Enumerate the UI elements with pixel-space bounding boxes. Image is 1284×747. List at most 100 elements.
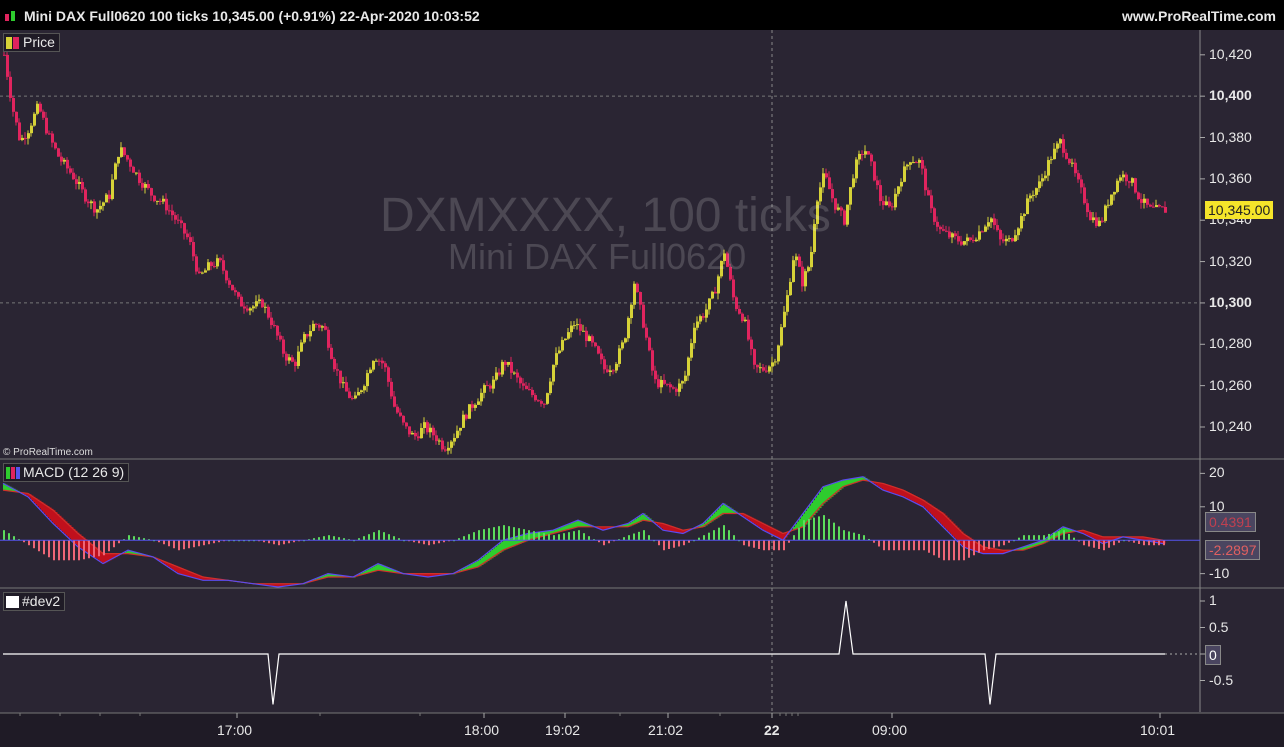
price-candle bbox=[189, 237, 192, 243]
macd-histogram-bar bbox=[1063, 530, 1065, 541]
macd-histogram-bar bbox=[1088, 540, 1090, 547]
price-candle bbox=[912, 162, 915, 164]
price-candle bbox=[150, 188, 153, 196]
price-candle bbox=[996, 225, 999, 231]
price-candle bbox=[135, 172, 138, 174]
macd-histogram-bar bbox=[538, 532, 540, 541]
price-candle bbox=[87, 201, 90, 204]
macd-histogram-bar bbox=[663, 540, 665, 551]
macd-histogram-bar bbox=[273, 540, 275, 545]
price-candle bbox=[1155, 205, 1158, 208]
price-candle bbox=[603, 359, 606, 370]
macd-histogram-bar bbox=[483, 529, 485, 541]
price-candle bbox=[114, 163, 117, 180]
price-candle bbox=[549, 381, 552, 394]
price-candle bbox=[291, 357, 294, 362]
price-candle bbox=[747, 319, 750, 340]
macd-histogram-bar bbox=[968, 540, 970, 558]
price-candle bbox=[327, 329, 330, 348]
price-candle bbox=[480, 392, 483, 402]
price-candle bbox=[63, 159, 66, 162]
price-candle bbox=[960, 241, 963, 245]
price-candle bbox=[858, 153, 861, 160]
price-candle bbox=[1137, 192, 1140, 200]
macd-histogram-bar bbox=[1158, 540, 1160, 546]
price-candle bbox=[891, 206, 894, 208]
candle-color-icon bbox=[6, 37, 20, 50]
price-candle bbox=[54, 142, 57, 149]
price-candle bbox=[252, 306, 255, 309]
macd-histogram-bar bbox=[933, 540, 935, 556]
price-candle bbox=[255, 301, 258, 307]
price-candle bbox=[345, 382, 348, 392]
macd-histogram-bar bbox=[973, 540, 975, 556]
price-candle bbox=[321, 326, 324, 328]
macd-histogram-bar bbox=[1153, 540, 1155, 546]
price-candle bbox=[1092, 217, 1095, 221]
macd-histogram-bar bbox=[603, 540, 605, 546]
price-candle bbox=[273, 325, 276, 327]
price-candle bbox=[555, 353, 558, 365]
price-candle bbox=[18, 122, 21, 140]
price-candle bbox=[615, 363, 618, 371]
price-candle bbox=[1128, 181, 1131, 183]
x-tick-label: 10:01 bbox=[1140, 722, 1176, 738]
price-candle bbox=[15, 111, 18, 123]
macd-histogram-bar bbox=[803, 520, 805, 541]
price-candle bbox=[210, 262, 213, 267]
price-candle bbox=[435, 435, 438, 442]
macd-histogram-bar bbox=[848, 531, 850, 541]
price-candle bbox=[1098, 220, 1101, 226]
macd-histogram-bar bbox=[633, 533, 635, 541]
price-candle bbox=[1020, 216, 1023, 229]
price-candle bbox=[216, 258, 219, 267]
price-candle bbox=[276, 325, 279, 336]
macd-histogram-bar bbox=[1028, 535, 1030, 541]
dev-panel-label[interactable]: #dev2 bbox=[3, 592, 66, 611]
price-candle bbox=[204, 270, 207, 273]
price-candle bbox=[825, 173, 828, 178]
macd-histogram-bar bbox=[498, 526, 500, 541]
price-candle bbox=[966, 237, 969, 242]
price-candle bbox=[879, 185, 882, 202]
price-candle bbox=[3, 54, 6, 56]
macd-histogram-bar bbox=[703, 535, 705, 541]
macd-histogram-bar bbox=[133, 536, 135, 541]
price-candle bbox=[66, 159, 69, 169]
price-candle bbox=[387, 367, 390, 382]
price-candle bbox=[129, 159, 132, 167]
macd-histogram-bar bbox=[813, 517, 815, 541]
macd-histogram-bar bbox=[643, 530, 645, 541]
price-tick-label: 10,260 bbox=[1209, 376, 1252, 393]
price-candle bbox=[9, 76, 12, 98]
price-candle bbox=[1116, 180, 1119, 192]
macd-histogram-bar bbox=[38, 540, 40, 552]
price-candle bbox=[663, 379, 666, 384]
price-candle bbox=[267, 306, 270, 318]
x-tick-label: 19:02 bbox=[545, 722, 581, 738]
dev-label-text: #dev2 bbox=[22, 593, 61, 609]
price-candle bbox=[240, 296, 243, 307]
price-panel-label[interactable]: Price bbox=[3, 33, 60, 52]
price-candle bbox=[1107, 204, 1110, 206]
price-candle bbox=[651, 350, 654, 371]
macd-histogram-bar bbox=[928, 540, 930, 553]
price-candle bbox=[6, 54, 9, 77]
macd-panel-label[interactable]: MACD (12 26 9) bbox=[3, 463, 130, 482]
price-candle bbox=[699, 316, 702, 322]
price-candle bbox=[510, 361, 513, 373]
price-candle bbox=[423, 422, 426, 429]
macd-histogram-bar bbox=[533, 531, 535, 541]
price-candle bbox=[774, 361, 777, 363]
price-candle bbox=[165, 198, 168, 211]
price-candle bbox=[354, 395, 357, 399]
price-candle bbox=[471, 404, 474, 408]
price-candle bbox=[429, 427, 432, 433]
price-candle bbox=[894, 193, 897, 208]
price-candle bbox=[330, 347, 333, 359]
macd-histogram-bar bbox=[393, 536, 395, 541]
watermark-symbol: DXMXXXX, 100 ticks bbox=[380, 189, 831, 242]
price-candle bbox=[897, 186, 900, 194]
macd-histogram-bar bbox=[878, 540, 880, 547]
price-candle bbox=[372, 360, 375, 370]
